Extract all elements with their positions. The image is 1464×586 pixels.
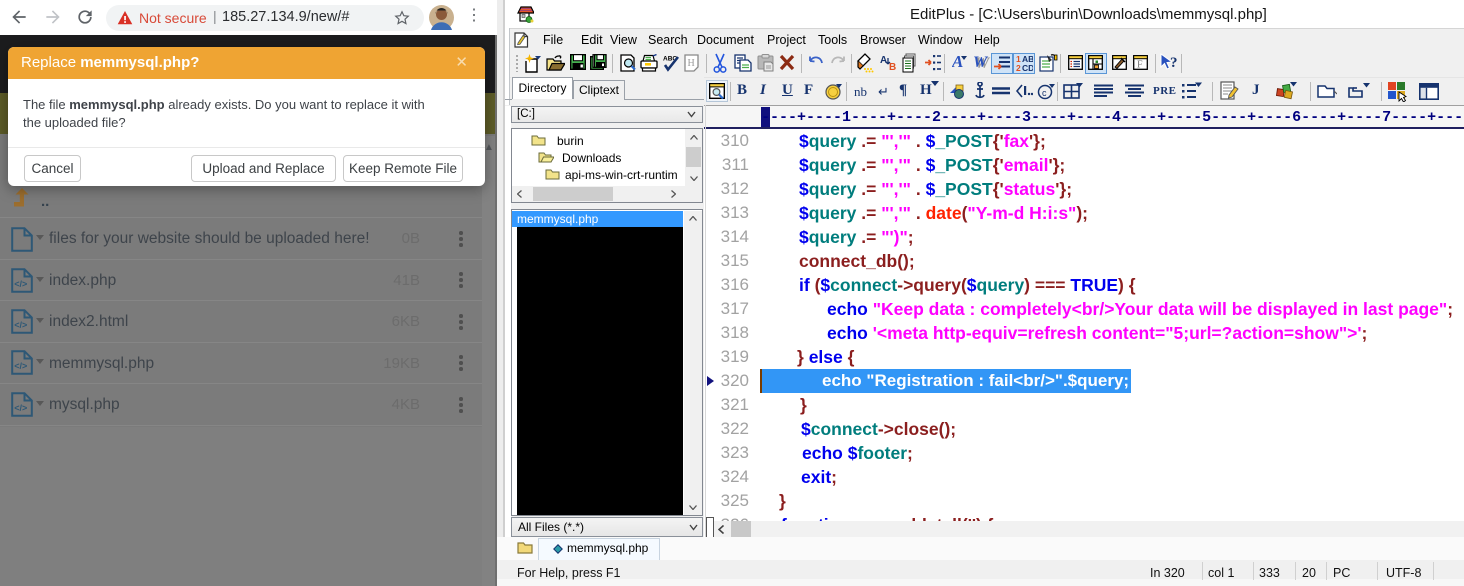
svg-text:W: W — [973, 54, 989, 71]
svg-text:F: F — [1137, 60, 1143, 71]
svg-text:?: ? — [1170, 55, 1178, 71]
svg-text:c: c — [1042, 88, 1047, 98]
svg-text:</>: </> — [14, 361, 27, 371]
svg-text:CD: CD — [1022, 63, 1033, 72]
svg-text:</>: </> — [14, 403, 27, 413]
svg-text:A: A — [880, 55, 887, 66]
svg-text:</>: </> — [14, 279, 27, 289]
svg-text:B: B — [889, 62, 896, 72]
svg-text:A: A — [952, 53, 963, 71]
svg-text:</>: </> — [14, 320, 27, 330]
svg-text:H: H — [688, 58, 695, 69]
svg-text:2: 2 — [1016, 63, 1021, 72]
